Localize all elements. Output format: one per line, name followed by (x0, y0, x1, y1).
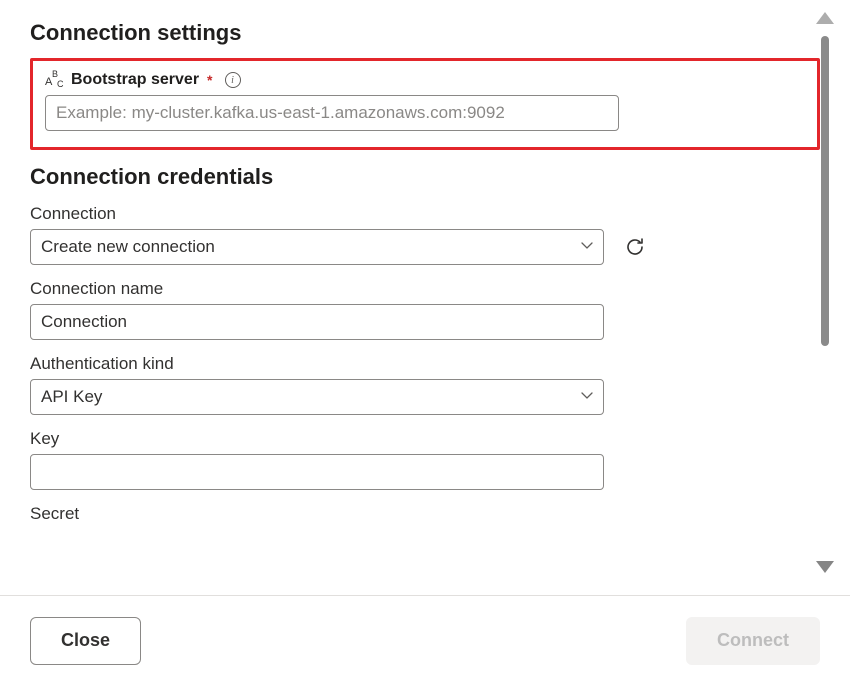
bootstrap-server-highlight: C Bootstrap server * i (30, 58, 820, 150)
authentication-kind-value: API Key (41, 387, 102, 407)
scroll-up-arrow[interactable] (816, 12, 834, 24)
scrollbar (814, 12, 836, 573)
key-label: Key (30, 429, 820, 449)
scroll-track[interactable] (821, 36, 829, 549)
bootstrap-server-label: Bootstrap server (71, 71, 199, 89)
connection-select-wrapper: Create new connection (30, 229, 604, 265)
form-content: Connection settings C Bootstrap server *… (0, 0, 850, 575)
close-button[interactable]: Close (30, 617, 141, 665)
secret-label: Secret (30, 504, 820, 524)
refresh-icon (623, 235, 647, 259)
connection-row: Create new connection (30, 229, 820, 265)
connection-label: Connection (30, 204, 820, 224)
authentication-kind-select[interactable]: API Key (30, 379, 604, 415)
connection-credentials-heading: Connection credentials (30, 164, 820, 190)
authentication-kind-label: Authentication kind (30, 354, 820, 374)
key-input[interactable] (30, 454, 604, 490)
refresh-button[interactable] (622, 234, 648, 260)
scroll-down-arrow[interactable] (816, 561, 834, 573)
dialog-footer: Close Connect (0, 595, 850, 685)
bootstrap-server-input[interactable] (45, 95, 619, 131)
connection-settings-heading: Connection settings (30, 20, 820, 46)
info-icon[interactable]: i (225, 72, 241, 88)
connect-button[interactable]: Connect (686, 617, 820, 665)
connection-name-input[interactable] (30, 304, 604, 340)
scroll-thumb[interactable] (821, 36, 829, 346)
connection-select[interactable]: Create new connection (30, 229, 604, 265)
authentication-kind-wrapper: API Key (30, 379, 604, 415)
bootstrap-server-label-row: C Bootstrap server * i (45, 71, 805, 89)
connection-select-value: Create new connection (41, 237, 215, 257)
text-type-icon: C (45, 72, 65, 88)
connection-name-label: Connection name (30, 279, 820, 299)
required-indicator: * (207, 72, 212, 88)
